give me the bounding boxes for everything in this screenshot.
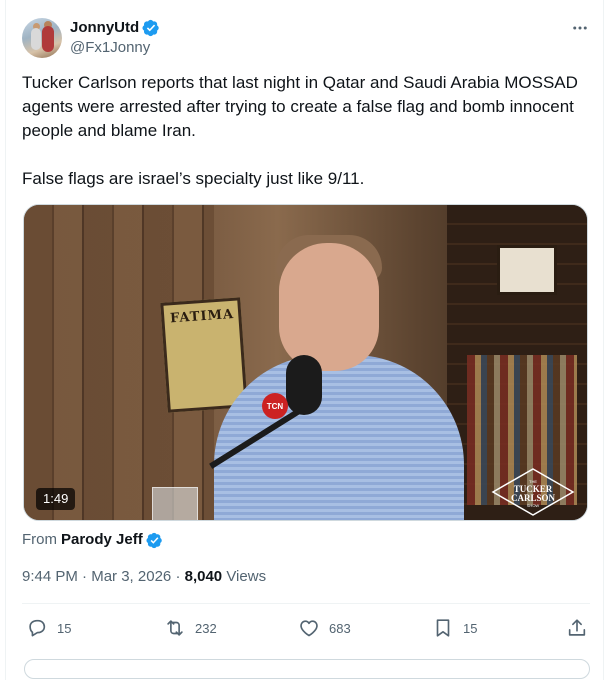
like-count: 683 <box>329 620 351 636</box>
like-button[interactable]: 683 <box>298 614 351 642</box>
verified-badge-icon <box>142 19 159 37</box>
share-button[interactable] <box>566 614 588 642</box>
show-logo: THE TUCKER CARLSON SHOW <box>491 468 575 516</box>
reply-icon <box>29 619 46 637</box>
more-horizontal-icon <box>573 26 587 30</box>
reply-count: 15 <box>57 620 72 636</box>
reply-button[interactable]: 15 <box>26 614 71 642</box>
tweet-header: JonnyUtd @Fx1Jonny <box>22 18 592 58</box>
from-attribution: From Parody Jeff <box>22 530 163 550</box>
tweet-date[interactable]: Mar 3, 2026 <box>91 568 171 585</box>
show-logo-line-3: CARLSON <box>511 493 556 503</box>
author-handle[interactable]: @Fx1Jonny <box>70 38 160 58</box>
bookmark-button[interactable]: 15 <box>432 614 477 642</box>
views-count: 8,040 <box>184 568 223 585</box>
author-display-name-row[interactable]: JonnyUtd <box>70 18 160 38</box>
repost-count: 232 <box>195 620 217 636</box>
more-options-button[interactable] <box>568 18 592 38</box>
bookmark-count: 15 <box>463 620 478 636</box>
meta-separator: · <box>175 568 181 585</box>
action-bar: 15 232 683 15 <box>22 614 590 642</box>
author-display-name[interactable]: JonnyUtd <box>70 18 139 38</box>
tweet-time[interactable]: 9:44 PM <box>22 568 78 585</box>
video-frame-glass <box>152 487 198 520</box>
from-author-name[interactable]: Parody Jeff <box>61 530 143 550</box>
video-frame-mic-badge: TCN <box>262 393 288 419</box>
tweet-card: JonnyUtd @Fx1Jonny Tucker Carlson report… <box>5 0 604 680</box>
repost-button[interactable]: 232 <box>164 614 217 642</box>
share-icon <box>568 619 586 636</box>
repost-icon <box>167 620 183 636</box>
views-label: Views <box>226 568 267 585</box>
author-names: JonnyUtd @Fx1Jonny <box>70 18 160 58</box>
show-logo-line-4: SHOW <box>527 503 540 508</box>
tweet-text: Tucker Carlson reports that last night i… <box>22 73 578 188</box>
heart-icon <box>300 620 318 637</box>
video-frame-microphone <box>286 355 322 415</box>
from-prefix: From <box>22 531 57 548</box>
video-frame-picture <box>497 245 557 295</box>
reply-composer-box[interactable] <box>24 659 590 679</box>
avatar[interactable] <box>22 18 62 58</box>
meta-separator: · <box>82 568 88 585</box>
divider <box>22 603 590 604</box>
video-frame-person-head <box>279 243 379 371</box>
video-player[interactable]: FATIMA TCN THE TUCKER CARLSON SHOW 1:49 <box>23 204 588 521</box>
verified-badge-icon <box>146 532 162 548</box>
tweet-meta: 9:44 PM · Mar 3, 2026 · 8,040 Views <box>22 567 266 587</box>
bookmark-icon <box>436 619 450 637</box>
video-duration-badge: 1:49 <box>36 488 76 510</box>
